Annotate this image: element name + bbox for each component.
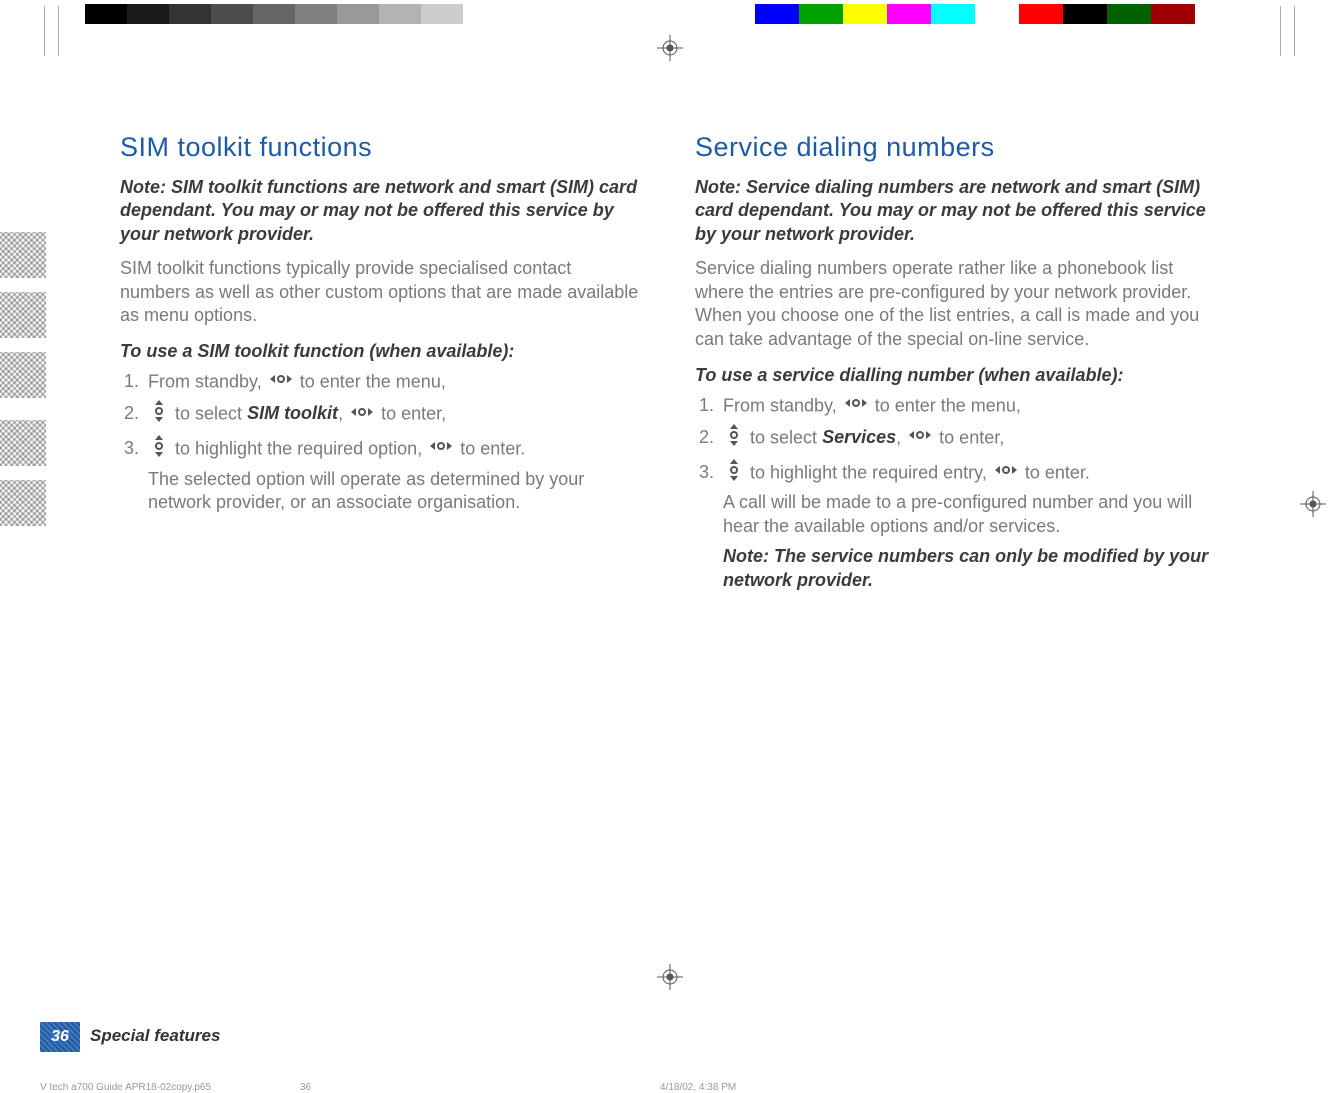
step-list: From standby, to enter the menu, to sele… <box>719 394 1220 593</box>
grayscale-bar <box>85 4 505 24</box>
step-item: to highlight the required option, to ent… <box>144 435 645 515</box>
print-timestamp: 4/18/02, 4:38 PM <box>660 1082 1220 1093</box>
note-text: Note: Service dialing numbers are networ… <box>695 176 1220 247</box>
step-result-note: Note: The service numbers can only be mo… <box>723 545 1220 593</box>
task-heading: To use a SIM toolkit function (when avai… <box>120 340 645 364</box>
step-text: to select <box>750 427 822 447</box>
step-item: to select SIM toolkit, to enter, <box>144 400 645 429</box>
crop-mark <box>1294 6 1295 56</box>
heading-service-dialing: Service dialing numbers <box>695 130 1220 166</box>
task-heading: To use a service dialling number (when a… <box>695 364 1220 388</box>
dpad-vertical-icon <box>726 424 742 453</box>
dpad-horizontal-icon <box>995 461 1017 485</box>
step-text: to highlight the required option, <box>175 438 427 458</box>
registration-mark-icon <box>1300 491 1326 517</box>
dpad-vertical-icon <box>151 400 167 429</box>
crop-mark <box>1280 6 1281 56</box>
step-text: to enter. <box>1025 462 1090 482</box>
section-title: Special features <box>90 1026 220 1046</box>
step-text: to highlight the required entry, <box>750 462 992 482</box>
note-text: Note: SIM toolkit functions are network … <box>120 176 645 247</box>
column-left: SIM toolkit functions Note: SIM toolkit … <box>120 130 645 598</box>
dpad-vertical-icon <box>151 435 167 464</box>
step-item: to highlight the required entry, to ente… <box>719 459 1220 593</box>
registration-mark-icon <box>657 35 683 61</box>
step-text: to select <box>175 404 247 424</box>
dpad-horizontal-icon <box>909 426 931 450</box>
print-sheet-number: 36 <box>300 1082 660 1093</box>
step-result: The selected option will operate as dete… <box>148 468 645 516</box>
menu-option-name: Services <box>822 427 896 447</box>
step-text: to enter, <box>381 404 446 424</box>
step-list: From standby, to enter the menu, to sele… <box>144 370 645 515</box>
step-text: to enter the menu, <box>300 371 446 391</box>
menu-option-name: SIM toolkit <box>247 403 338 423</box>
column-right: Service dialing numbers Note: Service di… <box>695 130 1220 598</box>
dpad-horizontal-icon <box>351 403 373 427</box>
step-item: to select Services, to enter, <box>719 424 1220 453</box>
step-result: A call will be made to a pre-configured … <box>723 491 1220 539</box>
page-number-badge: 36 <box>40 1022 80 1052</box>
step-text: From standby, <box>723 395 842 415</box>
dpad-horizontal-icon <box>270 370 292 394</box>
step-text: to enter the menu, <box>875 395 1021 415</box>
dpad-vertical-icon <box>726 459 742 488</box>
dpad-horizontal-icon <box>845 394 867 418</box>
step-text: to enter, <box>939 427 1004 447</box>
page-ornament <box>0 232 46 412</box>
step-text: to enter. <box>460 438 525 458</box>
print-filename: V tech a700 Guide APR18-02copy.p65 <box>40 1082 300 1093</box>
step-item: From standby, to enter the menu, <box>144 370 645 394</box>
color-bar <box>755 4 1195 24</box>
crop-mark <box>58 6 59 56</box>
page-content: SIM toolkit functions Note: SIM toolkit … <box>120 130 1220 598</box>
step-item: From standby, to enter the menu, <box>719 394 1220 418</box>
page-ornament <box>0 420 46 540</box>
heading-sim-toolkit: SIM toolkit functions <box>120 130 645 166</box>
print-metadata: V tech a700 Guide APR18-02copy.p65 36 4/… <box>40 1082 1220 1093</box>
step-text: From standby, <box>148 371 267 391</box>
body-text: Service dialing numbers operate rather l… <box>695 257 1220 352</box>
step-text: , <box>896 427 906 447</box>
dpad-horizontal-icon <box>430 437 452 461</box>
step-text: , <box>338 404 348 424</box>
crop-mark <box>44 6 45 56</box>
printer-calibration-strip <box>0 4 1339 24</box>
registration-mark-icon <box>657 964 683 990</box>
body-text: SIM toolkit functions typically provide … <box>120 257 645 328</box>
